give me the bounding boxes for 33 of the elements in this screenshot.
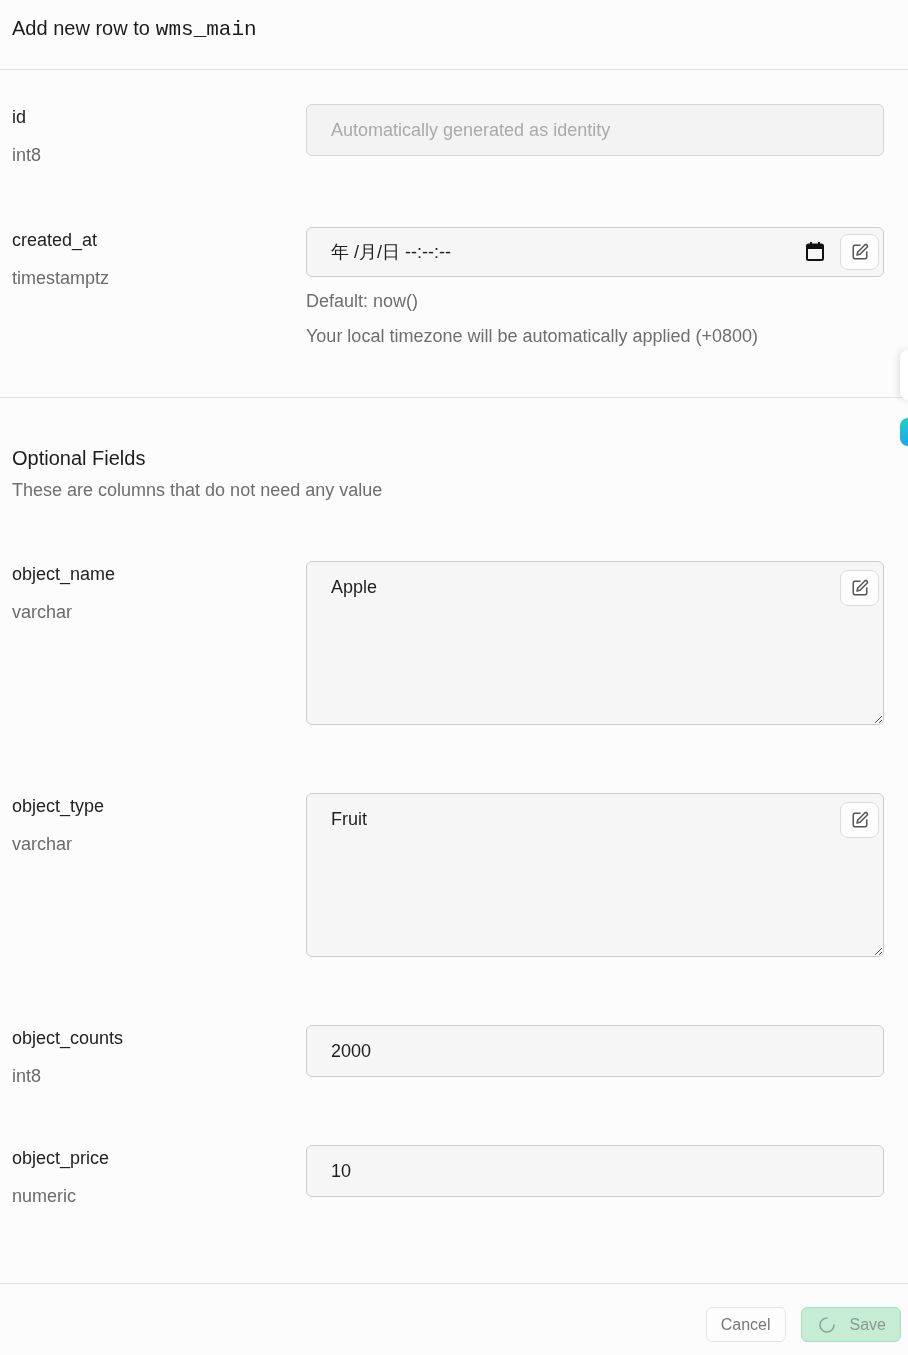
column-name: object_name — [12, 563, 116, 586]
table-name: wms_main — [155, 17, 257, 43]
cancel-button[interactable]: Cancel — [705, 1307, 786, 1342]
edit-icon — [850, 811, 869, 829]
edit-button[interactable] — [840, 234, 879, 270]
column-name: object_counts — [12, 1027, 124, 1050]
edit-button[interactable] — [840, 802, 879, 838]
text-area-field[interactable]: Fruit — [306, 793, 884, 957]
calendar-icon[interactable] — [806, 242, 824, 261]
field-hint: Default: now() — [306, 290, 419, 313]
text-field[interactable]: 2000 — [306, 1025, 884, 1077]
spinner-icon — [817, 1315, 836, 1334]
column-name: object_price — [12, 1147, 110, 1170]
column-type: numeric — [12, 1185, 77, 1208]
edit-icon — [850, 243, 869, 261]
dialog-title: Add new row to — [12, 16, 150, 41]
column-type: varchar — [12, 833, 73, 856]
column-name: created_at — [12, 229, 98, 252]
edit-button[interactable] — [840, 570, 879, 606]
datetime-field[interactable]: 年 /月/日 --:--:-- — [306, 227, 884, 277]
column-type: timestamptz — [12, 267, 110, 290]
column-type: int8 — [12, 1065, 42, 1088]
text-field[interactable]: 10 — [306, 1145, 884, 1197]
text-area-field[interactable]: Apple — [306, 561, 884, 725]
column-name: id — [12, 106, 26, 129]
side-handle[interactable] — [900, 418, 908, 446]
column-type: varchar — [12, 601, 73, 624]
edit-icon — [850, 579, 869, 597]
field-hint: Your local timezone will be automatically applied (+0800) — [306, 325, 759, 348]
column-name: object_type — [12, 795, 105, 818]
column-type: int8 — [12, 144, 42, 167]
section-title: Optional Fields — [12, 446, 146, 471]
section-description: These are columns that do not need any value — [12, 479, 383, 502]
